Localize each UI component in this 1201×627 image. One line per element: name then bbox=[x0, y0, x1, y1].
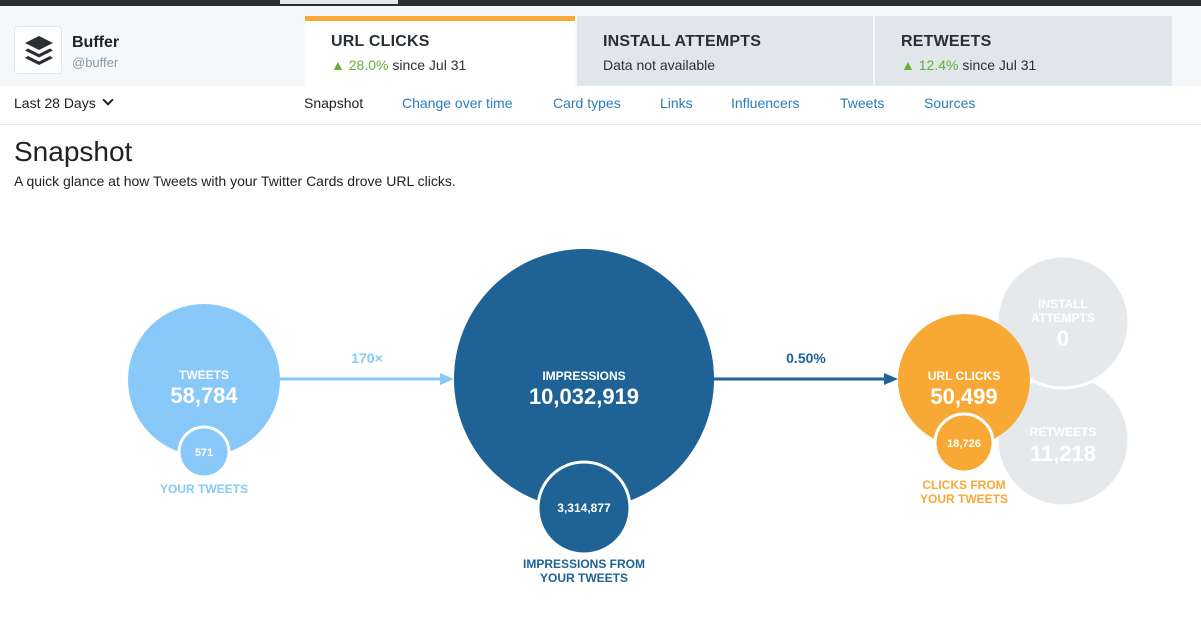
impressions-from-your-tweets-label-2: YOUR TWEETS bbox=[540, 571, 628, 585]
install-attempts-label-1: INSTALL bbox=[1038, 297, 1088, 311]
clicks-from-your-tweets-value: 18,726 bbox=[947, 438, 981, 450]
impressions-from-your-tweets-value: 3,314,877 bbox=[557, 501, 611, 515]
ratio-impressions-clicks: 0.50% bbox=[786, 350, 826, 366]
clicks-from-your-tweets-label-1: CLICKS FROM bbox=[922, 478, 1005, 492]
arrow-right-icon bbox=[884, 373, 898, 385]
tweets-value: 58,784 bbox=[170, 383, 238, 408]
impressions-from-your-tweets-label-1: IMPRESSIONS FROM bbox=[523, 557, 645, 571]
retweets-label: RETWEETS bbox=[1030, 425, 1097, 439]
install-attempts-value: 0 bbox=[1057, 326, 1069, 351]
impressions-label: IMPRESSIONS bbox=[542, 369, 625, 383]
impressions-value: 10,032,919 bbox=[529, 384, 639, 409]
ratio-tweets-impressions: 170× bbox=[351, 350, 383, 366]
snapshot-funnel-diagram: INSTALL ATTEMPTS 0 RETWEETS 11,218 170× … bbox=[128, 249, 1131, 585]
url-clicks-value: 50,499 bbox=[930, 384, 997, 409]
install-attempts-label-2: ATTEMPTS bbox=[1031, 311, 1095, 325]
url-clicks-label: URL CLICKS bbox=[928, 369, 1000, 383]
your-tweets-value: 571 bbox=[195, 447, 213, 459]
your-tweets-label: YOUR TWEETS bbox=[160, 482, 248, 496]
retweets-value: 11,218 bbox=[1030, 441, 1096, 466]
arrow-right-icon bbox=[440, 373, 454, 385]
tweets-label: TWEETS bbox=[179, 368, 229, 382]
clicks-from-your-tweets-label-2: YOUR TWEETS bbox=[920, 492, 1008, 506]
